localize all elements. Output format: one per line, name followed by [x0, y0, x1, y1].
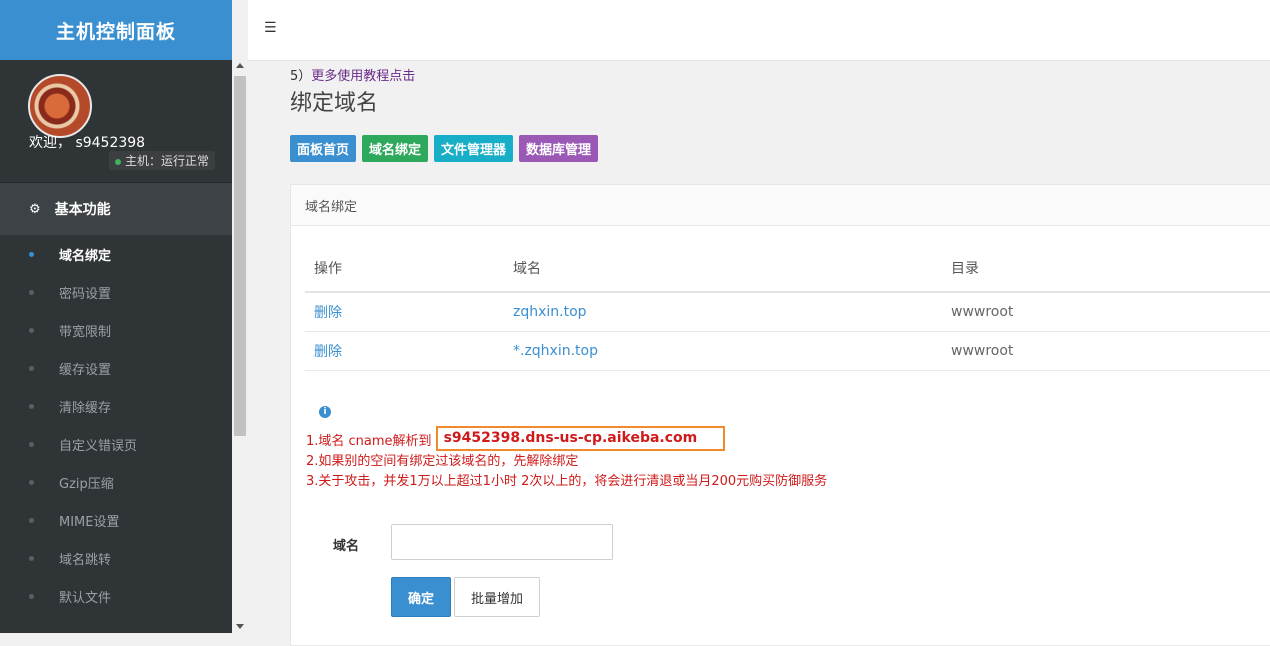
- bullet-icon: [29, 479, 34, 485]
- col-domain: 域名: [504, 245, 942, 293]
- domain-field-label: 域名: [333, 539, 360, 554]
- avatar: [28, 74, 92, 138]
- tab-file-manager[interactable]: 文件管理器: [434, 135, 514, 162]
- bullet-icon: [29, 593, 34, 599]
- domain-table: 操作 域名 目录 删除 zqhxin.top wwwroot 删除 *.zqhx…: [305, 245, 1270, 371]
- sidebar-scrollbar[interactable]: [232, 60, 248, 633]
- delete-link[interactable]: 删除: [314, 305, 342, 321]
- bullet-icon: [29, 327, 34, 333]
- domain-link[interactable]: zqhxin.top: [513, 304, 587, 320]
- welcome-text: 欢迎， s9452398: [29, 135, 146, 151]
- bullet-icon: [29, 403, 34, 409]
- page-title: 绑定域名: [290, 91, 379, 116]
- domain-input[interactable]: [391, 524, 613, 560]
- table-row: 删除 zqhxin.top wwwroot: [305, 292, 1270, 332]
- user-panel: 欢迎， s9452398 主机：运行正常: [0, 60, 232, 183]
- sidebar-item-gzip[interactable]: Gzip压缩: [0, 463, 232, 501]
- sidebar-nav: 域名绑定 密码设置 带宽限制 缓存设置 清除缓存 自定义错误页 Gzip压缩 M…: [0, 235, 232, 615]
- col-action: 操作: [305, 245, 504, 293]
- note-line1: 1.域名 cname解析到: [306, 434, 432, 449]
- cname-value: s9452398.dns-us-cp.aikeba.com: [435, 426, 726, 451]
- sidebar-item-password[interactable]: 密码设置: [0, 273, 232, 311]
- scroll-down-icon[interactable]: [236, 624, 244, 629]
- dir-cell: wwwroot: [942, 331, 1270, 371]
- sidebar-item-mime[interactable]: MIME设置: [0, 501, 232, 539]
- sidebar-item-domain-redirect[interactable]: 域名跳转: [0, 539, 232, 577]
- tutorial-link[interactable]: 更多使用教程点击: [311, 69, 415, 84]
- sidebar-item-clear-cache[interactable]: 清除缓存: [0, 387, 232, 425]
- tab-panel-home[interactable]: 面板首页: [290, 135, 357, 162]
- sidebar-item-cache-settings[interactable]: 缓存设置: [0, 349, 232, 387]
- batch-add-button[interactable]: 批量增加: [454, 577, 540, 617]
- panel-title: 域名绑定: [291, 185, 1270, 226]
- scroll-thumb[interactable]: [234, 76, 246, 436]
- sidebar-item-bandwidth[interactable]: 带宽限制: [0, 311, 232, 349]
- bullet-icon: [29, 365, 34, 371]
- notes: 1.域名 cname解析到 s9452398.dns-us-cp.aikeba.c…: [306, 426, 828, 492]
- scroll-up-icon[interactable]: [236, 63, 244, 68]
- note-line2: 2.如果别的空间有绑定过该域名的，先解除绑定: [306, 454, 579, 469]
- confirm-button[interactable]: 确定: [391, 577, 451, 617]
- status-badge: 主机：运行正常: [109, 151, 216, 170]
- main-content: 5）更多使用教程点击 绑定域名 面板首页 域名绑定 文件管理器 数据库管理 域名…: [248, 61, 1270, 646]
- gears-icon: ⚙: [29, 201, 41, 217]
- menu-toggle-icon[interactable]: ☰: [264, 20, 277, 36]
- bullet-icon: [29, 555, 34, 561]
- domain-bind-panel: 域名绑定 操作 域名 目录 删除 zqhxin.top wwwroot 删除 *…: [290, 184, 1270, 646]
- section-basic-functions[interactable]: ⚙ 基本功能: [0, 183, 232, 235]
- delete-link[interactable]: 删除: [314, 344, 342, 360]
- table-row: 删除 *.zqhxin.top wwwroot: [305, 331, 1270, 371]
- sidebar-item-error-page[interactable]: 自定义错误页: [0, 425, 232, 463]
- dir-cell: wwwroot: [942, 292, 1270, 332]
- topbar: ☰: [248, 0, 1270, 61]
- col-dir: 目录: [942, 245, 1270, 293]
- info-icon: i: [319, 406, 331, 418]
- quick-tabs: 面板首页 域名绑定 文件管理器 数据库管理: [290, 135, 599, 162]
- bullet-icon: [29, 517, 34, 523]
- status-dot-icon: [115, 158, 121, 165]
- domain-link[interactable]: *.zqhxin.top: [513, 343, 598, 359]
- note-line3: 3.关于攻击，并发1万以上超过1小时 2次以上的，将会进行清退或当月200元购买…: [306, 474, 828, 489]
- brand-title: 主机控制面板: [0, 0, 232, 60]
- bullet-icon: [29, 289, 34, 295]
- sidebar: 主机控制面板 欢迎， s9452398 主机：运行正常 ⚙ 基本功能 域名绑定 …: [0, 0, 232, 633]
- bullet-icon: [29, 441, 34, 447]
- sidebar-item-default-file[interactable]: 默认文件: [0, 577, 232, 615]
- sidebar-item-domain-bind[interactable]: 域名绑定: [0, 235, 232, 273]
- tab-domain-bind[interactable]: 域名绑定: [362, 135, 429, 162]
- tab-database-manager[interactable]: 数据库管理: [519, 135, 599, 162]
- tip-line: 5）更多使用教程点击: [290, 69, 416, 84]
- bullet-icon: [29, 251, 34, 257]
